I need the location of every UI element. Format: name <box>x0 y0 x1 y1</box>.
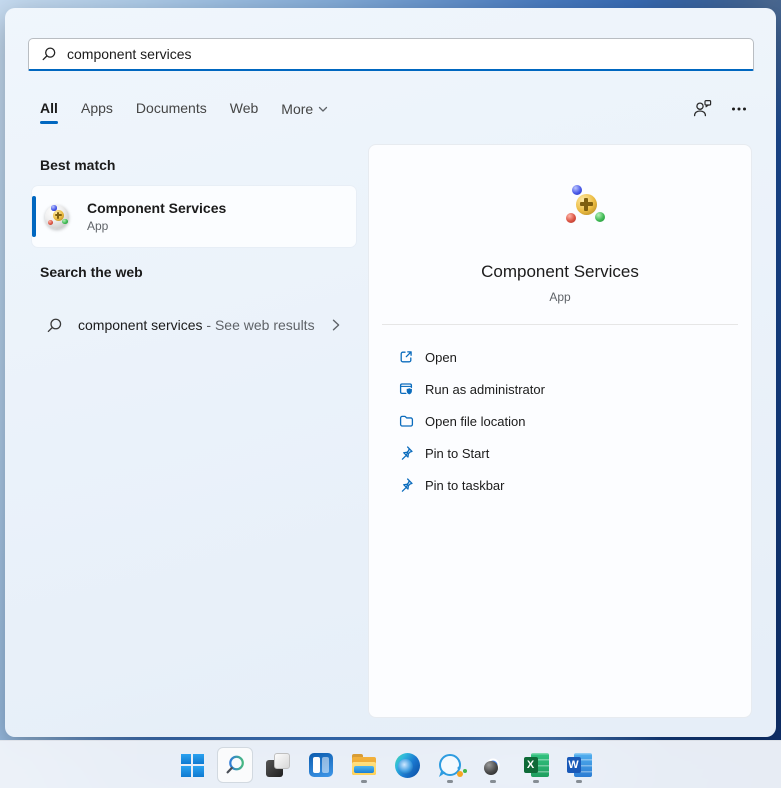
taskbar: X W <box>0 740 781 788</box>
best-match-result[interactable]: Component Services App <box>32 186 356 247</box>
best-match-heading: Best match <box>40 157 116 173</box>
search-icon <box>223 753 248 778</box>
tab-web[interactable]: Web <box>230 100 259 116</box>
tab-all[interactable]: All <box>40 100 58 124</box>
windows-logo-icon <box>180 753 204 777</box>
web-query: component services <box>78 317 203 333</box>
feedback-person-chat-icon[interactable] <box>692 98 713 119</box>
selection-indicator <box>32 196 36 237</box>
excel-button[interactable]: X <box>516 745 556 785</box>
web-suffix: - See web results <box>202 317 315 333</box>
running-indicator <box>533 780 539 783</box>
running-indicator <box>447 780 453 783</box>
search-web-heading: Search the web <box>40 264 143 280</box>
action-list: Open Run as administrator Open file loca… <box>369 341 751 501</box>
tab-apps[interactable]: Apps <box>81 100 113 116</box>
tab-documents[interactable]: Documents <box>136 100 207 116</box>
open-icon <box>398 349 414 365</box>
word-icon: W <box>566 753 592 777</box>
component-services-icon <box>45 204 69 229</box>
tab-more[interactable]: More <box>281 100 328 117</box>
widgets-icon <box>309 753 333 777</box>
taskbar-icons: X W <box>172 741 599 788</box>
screen: component services All Apps Documents We… <box>0 0 781 788</box>
result-type: App <box>87 219 109 233</box>
chevron-down-icon <box>318 100 328 116</box>
chrome-profile-badge <box>484 761 498 775</box>
quick-assist-button[interactable] <box>430 745 470 785</box>
file-explorer-button[interactable] <box>344 745 384 785</box>
result-detail-card: Component Services App Open Run as admin… <box>368 144 752 718</box>
search-filter-tabs: All Apps Documents Web More <box>40 100 328 124</box>
widgets-button[interactable] <box>301 745 341 785</box>
action-pin-to-taskbar[interactable]: Pin to taskbar <box>369 469 751 501</box>
search-taskbar-button[interactable] <box>217 747 253 783</box>
task-view-icon <box>266 753 290 777</box>
web-result-text: component services - See web results <box>78 315 318 335</box>
running-indicator <box>490 780 496 783</box>
search-icon <box>41 46 57 62</box>
web-search-result[interactable]: component services - See web results <box>32 296 356 354</box>
running-indicator <box>576 780 582 783</box>
divider <box>382 324 738 325</box>
action-pin-to-start[interactable]: Pin to Start <box>369 437 751 469</box>
excel-icon: X <box>523 753 549 777</box>
search-flyout-panel: component services All Apps Documents We… <box>5 8 776 737</box>
chrome-button[interactable] <box>473 745 513 785</box>
file-explorer-icon <box>351 753 377 777</box>
action-open[interactable]: Open <box>369 341 751 373</box>
search-input[interactable]: component services <box>28 38 754 71</box>
ellipsis-icon[interactable] <box>730 100 748 118</box>
detail-type: App <box>549 290 571 304</box>
search-icon <box>46 317 63 334</box>
edge-button[interactable] <box>387 745 427 785</box>
running-indicator <box>361 780 367 783</box>
detail-title: Component Services <box>481 262 639 281</box>
search-query-text: component services <box>67 46 192 62</box>
chevron-right-icon[interactable] <box>328 317 344 333</box>
action-run-as-administrator[interactable]: Run as administrator <box>369 373 751 405</box>
edge-icon <box>394 752 420 778</box>
result-title: Component Services <box>87 200 227 216</box>
word-button[interactable]: W <box>559 745 599 785</box>
task-view-button[interactable] <box>258 745 298 785</box>
action-open-file-location[interactable]: Open file location <box>369 405 751 437</box>
folder-icon <box>398 413 414 429</box>
header-icons <box>692 98 748 119</box>
pin-icon <box>398 477 414 493</box>
start-button[interactable] <box>172 745 212 785</box>
best-match-text: Component Services App <box>87 200 226 233</box>
quick-assist-chat-icon <box>439 754 463 777</box>
admin-shield-icon <box>398 381 414 397</box>
pin-icon <box>398 445 414 461</box>
